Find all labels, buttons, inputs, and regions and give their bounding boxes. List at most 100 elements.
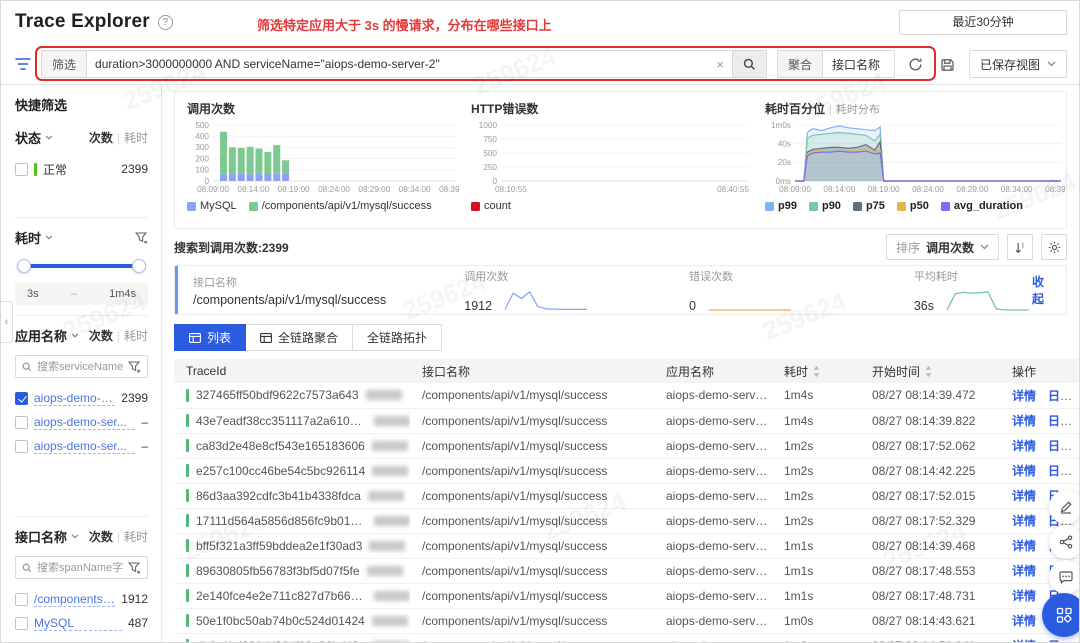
checkbox[interactable] [15,415,28,429]
legend-item[interactable]: p90 [808,200,841,212]
clear-icon[interactable]: × [716,58,724,71]
tab-trace-aggregate[interactable]: 全链路聚合 [245,324,354,351]
endpoint-item[interactable]: /components/a... 1912 [15,587,148,611]
tab-list[interactable]: 列表 [174,324,247,351]
column-header[interactable]: 开始时间 [860,359,1000,383]
slider-handle-min[interactable] [17,259,31,273]
apps-fab[interactable] [1042,593,1079,637]
count-toggle[interactable]: 次数 [89,528,113,545]
legend-item[interactable]: p99 [765,200,797,212]
filter-list-icon[interactable] [15,57,31,71]
clear-filter-icon[interactable] [128,360,141,373]
log-link[interactable]: 日志 [1048,439,1072,453]
table-settings-button[interactable] [1041,234,1067,260]
aggregate-select[interactable]: 接口名称 [823,51,894,77]
detail-link[interactable]: 详情 [1012,514,1036,528]
app-name-link[interactable]: aiops-demo-ser... [34,439,136,454]
trace-id[interactable]: bff5f321a3ff59bddea2e1f30ad3 [196,539,362,553]
redacted-trace-suffix [374,590,410,601]
search-button[interactable] [731,51,766,77]
legend-item[interactable]: avg_duration [940,200,1023,212]
checkbox[interactable] [15,592,28,606]
trace-id[interactable]: 2e140fce4e2e711c827d7b6618a [196,589,367,603]
checkbox[interactable] [15,439,28,453]
edit-fab[interactable] [1049,490,1079,524]
trace-id[interactable]: db6c1bd001dd32df99e86bd49a [196,639,366,643]
detail-link[interactable]: 详情 [1012,614,1036,628]
legend-item[interactable]: p75 [852,200,885,212]
endpoint-name-link[interactable]: /components/a... [34,592,116,607]
trace-id[interactable]: 43e7eadf38cc351117a2a610ea0 [196,414,367,428]
detail-link[interactable]: 详情 [1012,464,1036,478]
log-link[interactable]: 日志 [1048,414,1072,428]
checkbox[interactable] [15,616,28,630]
trace-id[interactable]: 86d3aa392cdfc3b41b4338fdca [196,489,361,503]
duration-toggle[interactable]: 耗时 [124,327,148,344]
slider-track[interactable] [23,264,140,268]
log-link[interactable]: 日志 [1048,389,1072,403]
log-link[interactable]: 日志 [1048,464,1072,478]
help-icon[interactable]: ? [157,14,173,30]
app-item[interactable]: aiops-demo-ser... – [15,434,148,458]
trace-id[interactable]: 89630805fb56783f3bf5d07f5fe [196,564,360,578]
count-toggle[interactable]: 次数 [89,327,113,344]
tab-trace-topology[interactable]: 全链路拓扑 [352,324,443,351]
slider-handle-max[interactable] [132,259,146,273]
app-name-link[interactable]: aiops-demo-ser... [34,391,116,406]
save-view-button[interactable] [937,53,959,75]
trace-status-bar [186,439,189,452]
collapse-link[interactable]: 收起 [1032,273,1050,307]
duration-section-label[interactable]: 耗时 [15,228,41,247]
share-fab[interactable] [1049,525,1079,559]
legend-item[interactable]: p50 [896,200,929,212]
detail-link[interactable]: 详情 [1012,439,1036,453]
endpoint-name-link[interactable]: MySQL [34,616,122,631]
feedback-fab[interactable] [1049,560,1079,594]
count-toggle[interactable]: 次数 [89,129,113,146]
sort-direction-button[interactable] [1007,234,1033,260]
detail-link[interactable]: 详情 [1012,564,1036,578]
endpoint-search-input[interactable] [37,561,123,574]
app-search-input[interactable] [37,360,123,373]
app-name-link[interactable]: aiops-demo-ser... [34,415,136,430]
detail-link[interactable]: 详情 [1012,639,1036,642]
query-input[interactable] [95,57,711,71]
detail-link[interactable]: 详情 [1012,589,1036,603]
trace-id[interactable]: ca83d2e48e8cf543e165183606 [196,439,365,453]
duration-toggle[interactable]: 耗时 [124,129,148,146]
clear-filter-icon[interactable] [128,561,141,574]
column-header[interactable]: 耗时 [772,359,860,383]
trace-id[interactable]: 17111d564a5856d856fc9b01ac7 [196,514,367,528]
refresh-button[interactable] [905,53,927,75]
status-item[interactable]: 正常 2399 [15,157,148,181]
percentiles-title-sub[interactable]: 耗时分布 [836,104,880,116]
app-item[interactable]: aiops-demo-ser... – [15,410,148,434]
trace-id[interactable]: 50e1f0bc50ab74b0c524d01424 [196,614,365,628]
sidebar-collapse-handle[interactable]: ‹ [1,301,13,343]
detail-link[interactable]: 详情 [1012,489,1036,503]
trace-id[interactable]: e257c100cc46be54c5bc926114 [196,464,365,478]
app-item[interactable]: aiops-demo-ser... 2399 [15,386,148,410]
legend-label: p50 [909,200,929,212]
detail-link[interactable]: 详情 [1012,389,1036,403]
trace-id[interactable]: 327465ff50bdf9622c7573a643 [196,388,359,402]
checkbox[interactable] [15,391,28,405]
detail-link[interactable]: 详情 [1012,414,1036,428]
app-section-label[interactable]: 应用名称 [15,326,67,345]
endpoint-item[interactable]: MySQL 487 [15,611,148,635]
status-label[interactable]: 状态 [15,128,41,147]
sort-dropdown[interactable]: 排序 调用次数 [885,234,999,260]
duration-toggle[interactable]: 耗时 [124,528,148,545]
legend-item[interactable]: count [471,200,511,212]
clear-filter-icon[interactable] [135,231,148,244]
log-link[interactable]: 日志 [1048,639,1072,642]
time-range-button[interactable]: 最近30分钟 [899,10,1067,35]
legend-item[interactable]: /components/api/v1/mysql/success [248,200,432,212]
table-row: 327465ff50bdf9622c7573a643/components/ap… [174,383,1078,408]
legend-item[interactable]: MySQL [187,200,237,212]
table-icon [260,332,272,343]
detail-link[interactable]: 详情 [1012,539,1036,553]
checkbox[interactable] [15,162,28,176]
saved-views-button[interactable]: 已保存视图 [968,50,1067,78]
endpoint-section-label[interactable]: 接口名称 [15,527,67,546]
